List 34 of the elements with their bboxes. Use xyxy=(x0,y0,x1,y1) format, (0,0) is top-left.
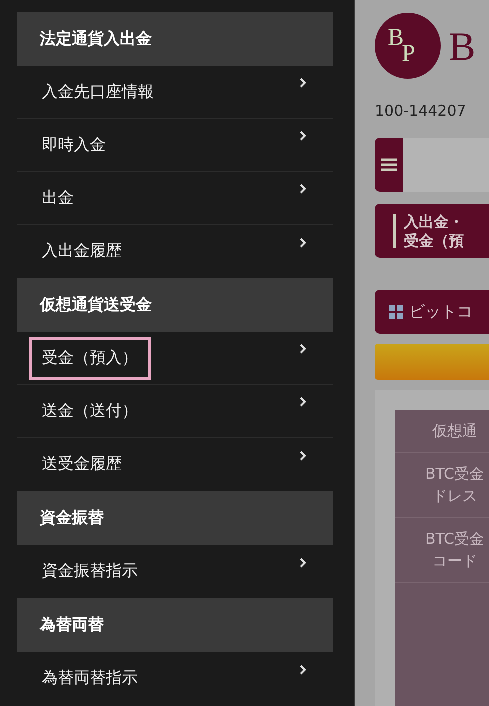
menu-item[interactable]: 為替両替指示 xyxy=(29,657,151,700)
chevron-icon xyxy=(300,78,307,88)
section-title: 資金振替 xyxy=(40,508,104,528)
menu-item[interactable]: 送受金履歴 xyxy=(29,443,135,486)
menu-item[interactable]: 受金（預入） xyxy=(29,336,151,380)
logo-wordmark: B xyxy=(449,22,476,70)
chevron-icon xyxy=(300,558,307,568)
menu-icon xyxy=(381,158,397,172)
chevron-icon xyxy=(300,184,307,194)
chevron-icon xyxy=(300,450,307,460)
coin-button[interactable]: ビットコ xyxy=(375,290,489,334)
chevron-icon xyxy=(300,344,307,354)
menu-item[interactable]: 入出金履歴 xyxy=(29,230,135,273)
breadcrumb-text: 入出金・ xyxy=(404,213,464,231)
chevron-icon xyxy=(300,664,307,674)
menu-button[interactable] xyxy=(375,138,403,192)
chevron-icon xyxy=(300,131,307,141)
chevron-icon xyxy=(300,238,307,248)
section-title: 法定通貨入出金 xyxy=(40,28,152,50)
menu-item[interactable]: 即時入金 xyxy=(29,124,119,166)
menu-item[interactable]: 入金先口座情報 xyxy=(29,70,167,114)
account-number: 100-144207 xyxy=(375,102,468,120)
menu-item[interactable]: 資金振替指示 xyxy=(29,550,151,593)
section-title: 為替両替 xyxy=(40,614,104,636)
grid-icon xyxy=(389,305,403,319)
logo-emblem: B P xyxy=(375,13,441,79)
menu-item[interactable]: 送金（送付） xyxy=(29,390,151,432)
menu-item[interactable]: 出金 xyxy=(29,176,87,220)
table-cell: BTC受金 コード xyxy=(395,518,489,583)
chevron-icon xyxy=(300,397,307,407)
section-title: 仮想通貨送受金 xyxy=(40,294,152,316)
table-cell: 仮想通 xyxy=(395,410,489,453)
table-cell: BTC受金 ドレス xyxy=(395,453,489,518)
breadcrumb-text: 受金（預 xyxy=(404,232,464,250)
